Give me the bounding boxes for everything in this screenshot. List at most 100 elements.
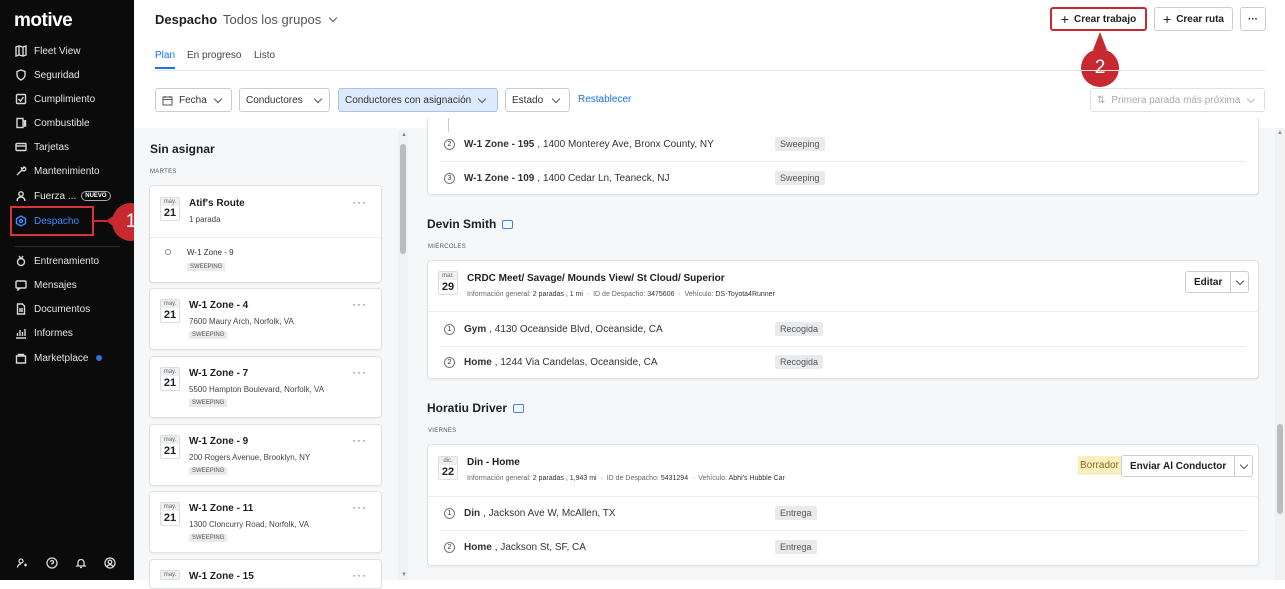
stop-number: 2	[444, 542, 455, 553]
job-card[interactable]: may. 21 W-1 Zone - 4 7600 Maury Arch, Nor…	[149, 288, 382, 350]
edit-split-button[interactable]: Editar	[1185, 271, 1250, 293]
plus-icon: +	[1060, 11, 1069, 27]
page-title: Despacho	[155, 12, 218, 27]
person-icon	[14, 189, 28, 203]
sidebar-item-label: Mensajes	[34, 279, 77, 291]
create-route-button[interactable]: + Crear ruta	[1154, 7, 1233, 31]
sidebar-item-despacho[interactable]: Despacho	[10, 206, 94, 236]
chevron-down-icon	[477, 94, 487, 103]
chat-icon[interactable]	[513, 403, 525, 413]
create-job-button[interactable]: + Crear trabajo	[1050, 7, 1147, 31]
tab-plan[interactable]: Plan	[155, 50, 176, 69]
route-stop-name: W-1 Zone - 9	[187, 248, 234, 257]
job-title: W-1 Zone - 4	[189, 300, 249, 311]
stop-number: 2	[444, 139, 455, 150]
status-filter[interactable]: Estado	[505, 88, 570, 112]
date-filter[interactable]: Fecha	[155, 88, 232, 112]
stop-row[interactable]: 1 Gym, 4130 Oceanside Blvd, Oceanside, C…	[444, 324, 663, 335]
job-card[interactable]: may. 21 W-1 Zone - 9 200 Rogers Avenue, B…	[149, 424, 382, 486]
sidebar-item-informes[interactable]: Informes	[14, 323, 73, 343]
account-icon[interactable]	[104, 556, 116, 574]
more-options-icon[interactable]: ···	[352, 500, 367, 514]
stop-row[interactable]: 1 Din, Jackson Ave W, McAllen, TX	[444, 508, 616, 519]
stop-row[interactable]: 2 Home, 1244 Via Candelas, Oceanside, CA	[444, 357, 658, 368]
more-options-icon[interactable]: ···	[352, 195, 367, 209]
job-card[interactable]: may. 21 W-1 Zone - 7 5500 Hampton Bouleva…	[149, 356, 382, 418]
chevron-down-icon[interactable]	[1234, 456, 1252, 476]
route-stop-count: 1 parada	[189, 215, 221, 224]
drivers-filter[interactable]: Conductores	[239, 88, 330, 112]
motive-logo[interactable]: motive	[14, 10, 73, 32]
sort-select-label: Primera parada más próxima	[1111, 94, 1241, 106]
documents-icon	[14, 302, 28, 316]
shield-icon	[14, 68, 28, 82]
sidebar-item-mantenimiento[interactable]: Mantenimiento	[14, 161, 100, 181]
more-options-icon[interactable]: ···	[352, 297, 367, 311]
driver-header: Horatiu Driver	[427, 401, 525, 415]
sidebar-item-mensajes[interactable]: Mensajes	[14, 275, 77, 295]
sort-icon: ⇅	[1097, 94, 1106, 106]
more-options-icon[interactable]: ···	[352, 433, 367, 447]
assigned-drivers-filter[interactable]: Conductores con asignación	[338, 88, 498, 112]
chevron-down-icon	[213, 94, 223, 103]
more-options-button[interactable]: ···	[1240, 7, 1266, 31]
sidebar-item-fleet-view[interactable]: Fleet View	[14, 41, 81, 61]
driver-name: Horatiu Driver	[427, 401, 508, 415]
route-panel[interactable]: dic. 22 Din - Home Información general: 2…	[427, 444, 1259, 566]
route-card[interactable]: may. 21 Atif's Route 1 parada ··· W-1 Zo…	[149, 185, 382, 283]
edit-button[interactable]: Editar	[1186, 277, 1230, 288]
job-card[interactable]: may. W-1 Zone - 15 ···	[149, 559, 382, 589]
job-card[interactable]: may. 21 W-1 Zone - 11 1300 Cloncurry Road…	[149, 491, 382, 553]
sidebar-item-fuerza[interactable]: Fuerza ... NUEVO	[14, 186, 111, 206]
stop-row[interactable]: 2 W-1 Zone - 195, 1400 Monterey Ave, Bro…	[444, 139, 714, 150]
stop-tag: Sweeping	[775, 137, 825, 151]
date-badge: dic. 22	[438, 456, 458, 480]
stop-tag: Entrega	[775, 540, 817, 554]
help-icon[interactable]	[46, 556, 58, 574]
more-options-icon[interactable]: ···	[352, 365, 367, 379]
row-divider	[428, 496, 1258, 497]
stop-row[interactable]: 3 W-1 Zone - 109, 1400 Cedar Ln, Teaneck…	[444, 173, 670, 184]
sidebar-item-seguridad[interactable]: Seguridad	[14, 65, 80, 85]
sidebar-item-label: Fleet View	[34, 45, 81, 57]
reset-link[interactable]: Restablecer	[578, 94, 631, 105]
sort-select[interactable]: ⇅ Primera parada más próxima	[1090, 88, 1265, 112]
group-selector[interactable]: Todos los grupos	[223, 12, 338, 27]
date-filter-label: Fecha	[179, 94, 207, 106]
sidebar-item-combustible[interactable]: Combustible	[14, 113, 90, 133]
date-badge: may. 21	[160, 197, 180, 221]
left-scroll-thumb[interactable]	[400, 144, 406, 254]
route-panel[interactable]: mar. 29 CRDC Meet/ Savage/ Mounds View/ S…	[427, 260, 1259, 379]
stop-tag: Recogida	[775, 322, 824, 336]
sidebar-item-cumplimiento[interactable]: Cumplimiento	[14, 89, 95, 109]
sidebar-item-label: Cumplimiento	[34, 93, 96, 105]
stop-row[interactable]: 2 Home, Jackson St, SF, CA	[444, 542, 586, 553]
scroll-up-arrow[interactable]: ▲	[1277, 130, 1283, 136]
sidebar-item-entrenamiento[interactable]: Entrenamiento	[14, 251, 99, 271]
route-title: Atif's Route	[189, 198, 245, 209]
new-badge: NUEVO	[81, 191, 111, 201]
sidebar-divider	[14, 246, 120, 247]
chevron-down-icon[interactable]	[1230, 272, 1248, 292]
send-split-button[interactable]: Enviar Al Conductor	[1121, 455, 1254, 477]
job-tag: SWEEPING	[189, 534, 228, 542]
send-to-driver-button[interactable]: Enviar Al Conductor	[1122, 461, 1234, 472]
tab-listo[interactable]: Listo	[254, 50, 275, 61]
chevron-down-icon	[313, 94, 322, 103]
callout-2: 2	[1081, 49, 1119, 87]
group-selector-label: Todos los grupos	[223, 12, 322, 27]
bell-icon[interactable]	[75, 556, 87, 574]
scroll-down-arrow[interactable]: ▼	[401, 572, 407, 578]
chevron-down-icon	[1247, 94, 1256, 103]
scroll-up-arrow[interactable]: ▲	[401, 132, 407, 138]
right-scroll-thumb[interactable]	[1277, 424, 1283, 514]
sidebar-item-marketplace[interactable]: Marketplace	[14, 348, 103, 368]
chat-icon[interactable]	[502, 219, 514, 229]
sidebar-item-documentos[interactable]: Documentos	[14, 299, 90, 319]
user-icon[interactable]	[16, 556, 28, 574]
sidebar-item-label: Fuerza ...	[34, 190, 77, 202]
tab-en-progreso[interactable]: En progreso	[187, 50, 241, 61]
sidebar-item-tarjetas[interactable]: Tarjetas	[14, 137, 69, 157]
stop-address: Jackson Ave W, McAllen, TX	[488, 508, 616, 519]
drivers-filter-label: Conductores	[246, 94, 303, 106]
